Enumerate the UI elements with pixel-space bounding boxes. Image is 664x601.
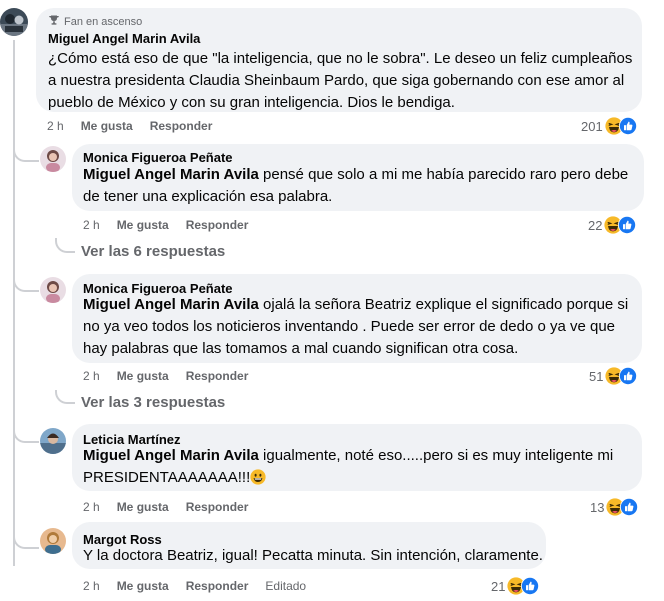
avatar[interactable] [40, 277, 66, 303]
avatar[interactable] [0, 8, 28, 36]
reaction-summary[interactable]: 22 [588, 216, 636, 234]
mention-link[interactable]: Miguel Angel Marin Avila [83, 166, 259, 183]
like-button[interactable]: Me gusta [117, 579, 169, 593]
reaction-summary[interactable]: 21 [491, 577, 539, 595]
reply-timestamp[interactable]: 2 h [83, 579, 100, 593]
reaction-summary[interactable]: 51 [589, 367, 637, 385]
view-more-replies-link[interactable]: Ver las 6 respuestas [81, 243, 225, 260]
mention-link[interactable]: Miguel Angel Marin Avila [83, 447, 259, 464]
reply-actions: 2 h Me gusta Responder [83, 218, 248, 232]
more-replies-connector [55, 238, 75, 253]
reply-connector [13, 272, 39, 292]
like-icon [618, 216, 636, 234]
reaction-summary[interactable]: 13 [590, 498, 638, 516]
reply-author[interactable]: Monica Figueroa Peñate [83, 150, 233, 165]
reply-bubble: Monica Figueroa Peñate Miguel Angel Mari… [72, 274, 642, 363]
like-icon [619, 117, 637, 135]
like-button[interactable]: Me gusta [117, 500, 169, 514]
more-replies-connector [55, 390, 75, 404]
reaction-count: 13 [590, 499, 605, 515]
reply-timestamp[interactable]: 2 h [83, 218, 100, 232]
reply-actions: 2 h Me gusta Responder [83, 369, 248, 383]
reply-text: Miguel Angel Marin Avila ojalá la señora… [83, 294, 637, 360]
reply-connector [13, 142, 39, 162]
reply-button[interactable]: Responder [186, 500, 249, 514]
comment-bubble: Fan en ascenso Miguel Angel Marin Avila … [36, 8, 642, 112]
reply-text: Miguel Angel Marin Avila igualmente, not… [83, 445, 637, 492]
reply-button[interactable]: Responder [186, 369, 249, 383]
comment-author[interactable]: Miguel Angel Marin Avila [48, 31, 200, 46]
reaction-count: 22 [588, 217, 603, 233]
badge-label: Fan en ascenso [64, 15, 143, 28]
fan-badge[interactable]: Fan en ascenso [48, 14, 142, 29]
reply-text: Y la doctora Beatriz, igual! Pecatta min… [83, 547, 543, 564]
reply-bubble: Margot Ross Y la doctora Beatriz, igual!… [72, 522, 546, 569]
reply-bubble: Monica Figueroa Peñate Miguel Angel Mari… [72, 144, 644, 211]
reply-timestamp[interactable]: 2 h [83, 369, 100, 383]
reaction-count: 51 [589, 368, 604, 384]
reply-timestamp[interactable]: 2 h [83, 500, 100, 514]
reply-text: Miguel Angel Marin Avila pensé que solo … [83, 164, 639, 208]
reply-actions: 2 h Me gusta Responder Editado [83, 579, 306, 593]
like-icon [619, 367, 637, 385]
like-button[interactable]: Me gusta [81, 119, 133, 133]
like-button[interactable]: Me gusta [117, 218, 169, 232]
trophy-icon [48, 14, 60, 29]
comment-text: ¿Cómo está eso de que "la inteligencia, … [48, 50, 633, 111]
reaction-count: 21 [491, 578, 506, 594]
reply-button[interactable]: Responder [186, 218, 249, 232]
like-icon [521, 577, 539, 595]
reaction-summary[interactable]: 201 [581, 117, 637, 135]
mention-link[interactable]: Miguel Angel Marin Avila [83, 296, 259, 313]
comment-actions: 2 h Me gusta Responder [47, 119, 212, 133]
grinning-emoji-icon [250, 469, 266, 492]
like-icon [620, 498, 638, 516]
edited-label[interactable]: Editado [265, 579, 306, 593]
reply-connector [13, 533, 39, 549]
reply-button[interactable]: Responder [150, 119, 213, 133]
reply-connector [13, 423, 39, 443]
reply-bubble: Leticia Martínez Miguel Angel Marin Avil… [72, 424, 642, 491]
avatar[interactable] [40, 146, 66, 172]
reply-actions: 2 h Me gusta Responder [83, 500, 248, 514]
avatar[interactable] [40, 428, 66, 454]
reaction-count: 201 [581, 118, 603, 134]
view-more-replies-link[interactable]: Ver las 3 respuestas [81, 394, 225, 411]
comment-timestamp[interactable]: 2 h [47, 119, 64, 133]
like-button[interactable]: Me gusta [117, 369, 169, 383]
thread-line [13, 40, 15, 566]
avatar[interactable] [40, 528, 66, 554]
reply-button[interactable]: Responder [186, 579, 249, 593]
